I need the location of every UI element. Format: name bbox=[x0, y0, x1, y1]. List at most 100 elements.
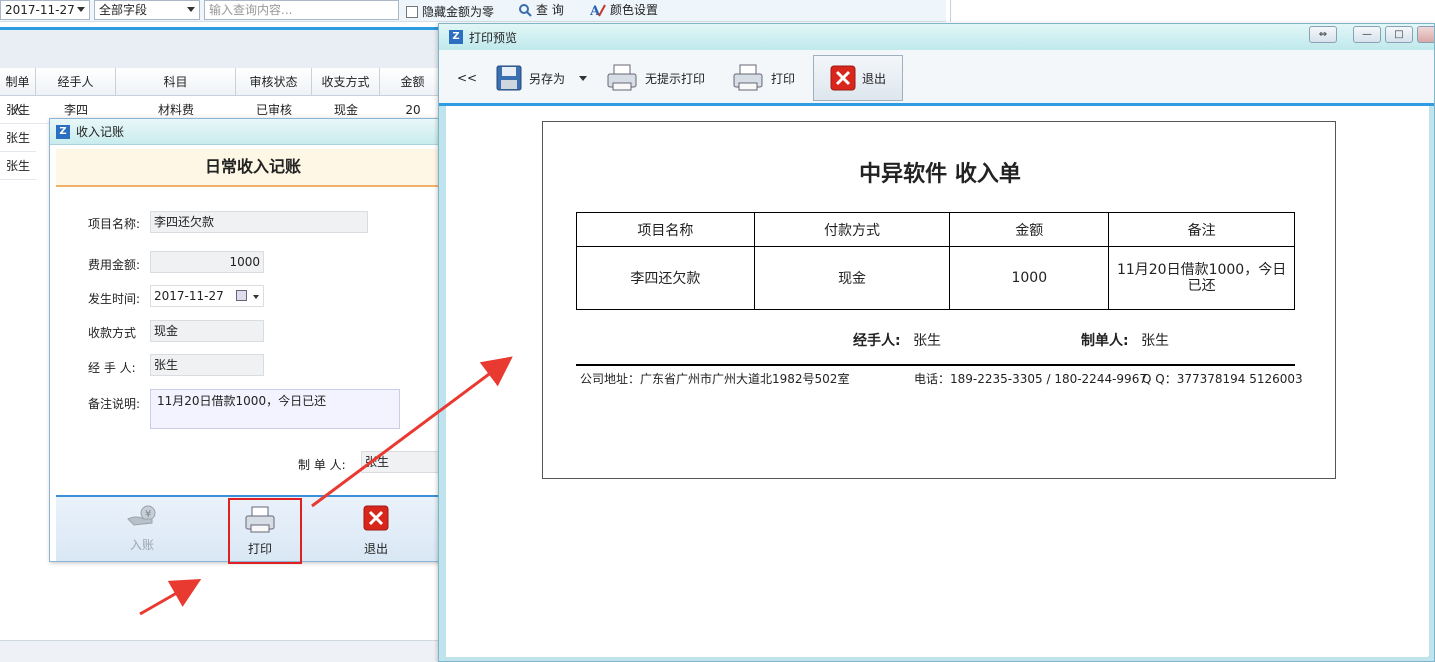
date-select[interactable]: 2017-11-27 bbox=[0, 0, 90, 20]
grid-header-cell[interactable]: 审核状态 bbox=[236, 68, 312, 96]
table-cell: 张生 bbox=[5, 103, 30, 117]
hide-zero-amount-checkbox[interactable]: 隐藏金额为零 bbox=[406, 3, 494, 20]
project-name-field[interactable]: 李四还欠款 bbox=[150, 211, 368, 233]
app-logo-icon: Z bbox=[449, 30, 463, 44]
search-input[interactable]: 输入查询内容... bbox=[204, 0, 399, 20]
receipt-address: 公司地址：广东省广州市广州大道北1982号502室 bbox=[580, 372, 850, 386]
note-label: 备注说明: bbox=[88, 397, 141, 411]
income-dialog-title: 收入记账 bbox=[76, 125, 125, 139]
divider bbox=[576, 364, 1295, 366]
grid-header-cell[interactable]: 收支方式 bbox=[312, 68, 380, 96]
window-frame bbox=[1429, 106, 1434, 661]
silent-print-label: 无提示打印 bbox=[645, 71, 706, 86]
maker-label: 制 单 人: bbox=[298, 458, 346, 472]
payment-method-value: 现金 bbox=[154, 324, 179, 338]
receipt-header-cell: 项目名称 bbox=[576, 212, 755, 247]
receipt-header-cell: 备注 bbox=[1108, 212, 1295, 247]
note-textarea[interactable]: 11月20日借款1000，今日已还 bbox=[150, 389, 400, 429]
receipt-cell: 李四还欠款 bbox=[576, 246, 755, 310]
grid-header-cell[interactable]: 科目 bbox=[116, 68, 236, 96]
exit-button[interactable]: 退出 bbox=[813, 55, 903, 101]
receipt-maker-value: 张生 bbox=[1141, 333, 1170, 349]
receipt-handler: 经手人: 张生 bbox=[853, 330, 941, 350]
project-label: 项目名称: bbox=[88, 217, 141, 231]
date-label: 发生时间: bbox=[88, 292, 141, 306]
chevron-down-icon bbox=[253, 295, 259, 299]
table-cell: 张生 bbox=[5, 131, 30, 145]
field-select-value: 全部字段 bbox=[99, 3, 148, 17]
receipt-maker: 制单人: 张生 bbox=[1081, 330, 1169, 350]
exit-button[interactable]: 退出 bbox=[346, 505, 406, 557]
date-picker[interactable]: 2017-11-27 bbox=[150, 285, 264, 307]
table-row[interactable]: 张生 bbox=[0, 124, 36, 152]
receipt-cell: 现金 bbox=[753, 246, 951, 310]
grid-header-cell[interactable]: 金额 bbox=[380, 68, 446, 96]
save-as-label: 另存为 bbox=[529, 71, 566, 86]
print-preview-toolbar: << 另存为 无提示打印 打印 退出 bbox=[439, 50, 1434, 106]
search-icon bbox=[519, 3, 532, 17]
receipt-header-row: 项目名称 付款方式 金额 备注 bbox=[576, 212, 1295, 247]
grid-header-cell[interactable]: 制单人 bbox=[0, 68, 36, 117]
window-close-icon[interactable]: ✕ bbox=[1417, 26, 1434, 43]
date-select-value: 2017-11-27 bbox=[5, 3, 75, 17]
payment-method-field[interactable]: 现金 bbox=[150, 320, 264, 342]
note-value: 11月20日借款1000，今日已还 bbox=[157, 394, 327, 408]
receipt-header-cell: 付款方式 bbox=[753, 212, 951, 247]
save-as-button[interactable]: 另存为 bbox=[489, 55, 593, 101]
receipt-table: 项目名称 付款方式 金额 备注 李四还欠款 现金 1000 11月20日借款10… bbox=[576, 212, 1295, 310]
query-button[interactable]: 查 询 bbox=[518, 1, 564, 18]
handler-value: 张生 bbox=[154, 358, 179, 372]
window-controls: — □ ✕ bbox=[1353, 26, 1434, 43]
project-name-value: 李四还欠款 bbox=[154, 215, 215, 229]
exit-label: 退出 bbox=[861, 71, 886, 86]
background-window-area bbox=[950, 0, 1435, 22]
color-settings-label: 颜色设置 bbox=[610, 3, 659, 17]
receipt-header-cell: 金额 bbox=[949, 212, 1110, 247]
receipt-cell: 1000 bbox=[949, 246, 1110, 310]
maker-field[interactable]: 张生 bbox=[361, 451, 448, 473]
receipt-cell: 11月20日借款1000，今日已还 bbox=[1108, 246, 1295, 310]
receipt-qq: Q Q：377378194 5126003 bbox=[1142, 372, 1303, 386]
table-cell: 张生 bbox=[5, 159, 30, 173]
query-button-label: 查 询 bbox=[536, 3, 564, 17]
handler-field[interactable]: 张生 bbox=[150, 354, 264, 376]
receipt-page: 中异软件 收入单 项目名称 付款方式 金额 备注 李四还欠款 现金 1000 1… bbox=[542, 121, 1336, 479]
close-icon bbox=[830, 65, 856, 91]
exit-button-label: 退出 bbox=[363, 542, 388, 556]
search-input-placeholder: 输入查询内容... bbox=[209, 3, 293, 17]
amount-label: 费用金额: bbox=[88, 258, 141, 272]
print-preview-window: Z 打印预览 ⇔ — □ ✕ << 另存为 bbox=[438, 23, 1435, 662]
checkbox-box[interactable] bbox=[406, 5, 418, 18]
window-controls: ⇔ bbox=[1309, 26, 1337, 43]
grid-header-cell[interactable]: 经手人 bbox=[36, 68, 116, 96]
color-settings-button[interactable]: A 颜色设置 bbox=[590, 1, 658, 18]
minimize-icon[interactable]: — bbox=[1353, 26, 1381, 43]
maker-value: 张生 bbox=[365, 455, 390, 469]
print-button-highlight bbox=[228, 498, 302, 564]
field-select[interactable]: 全部字段 bbox=[94, 0, 200, 20]
print-label: 打印 bbox=[771, 71, 796, 86]
amount-field[interactable]: 1000 bbox=[150, 251, 264, 273]
receipt-handler-label: 经手人: bbox=[853, 333, 901, 349]
table-row[interactable]: 张生 bbox=[0, 152, 36, 180]
calendar-icon[interactable] bbox=[236, 290, 247, 301]
chevron-down-icon bbox=[187, 7, 195, 12]
chevron-down-icon[interactable] bbox=[579, 75, 588, 81]
handler-label: 经 手 人: bbox=[88, 361, 136, 375]
back-button[interactable]: << bbox=[451, 55, 483, 101]
income-dialog-titlebar[interactable]: Z 收入记账 bbox=[50, 119, 448, 145]
post-button[interactable]: ¥ 入账 bbox=[112, 505, 172, 553]
printer-icon bbox=[733, 64, 763, 91]
print-button[interactable]: 打印 bbox=[725, 55, 801, 101]
silent-print-button[interactable]: 无提示打印 bbox=[599, 55, 711, 101]
receipt-maker-label: 制单人: bbox=[1081, 333, 1129, 349]
color-palette-icon: A bbox=[590, 4, 606, 17]
post-button-label: 入账 bbox=[129, 538, 154, 552]
income-dialog-header: 日常收入记账 bbox=[56, 149, 448, 187]
maximize-icon[interactable]: □ bbox=[1385, 26, 1413, 43]
resize-icon[interactable]: ⇔ bbox=[1309, 26, 1337, 43]
svg-text:¥: ¥ bbox=[145, 509, 151, 520]
method-label: 收款方式 bbox=[88, 326, 137, 340]
print-preview-titlebar[interactable]: Z 打印预览 bbox=[439, 24, 1434, 50]
income-dialog: Z 收入记账 日常收入记账 项目名称: 李四还欠款 费用金额: 1000 发生时… bbox=[49, 118, 449, 562]
